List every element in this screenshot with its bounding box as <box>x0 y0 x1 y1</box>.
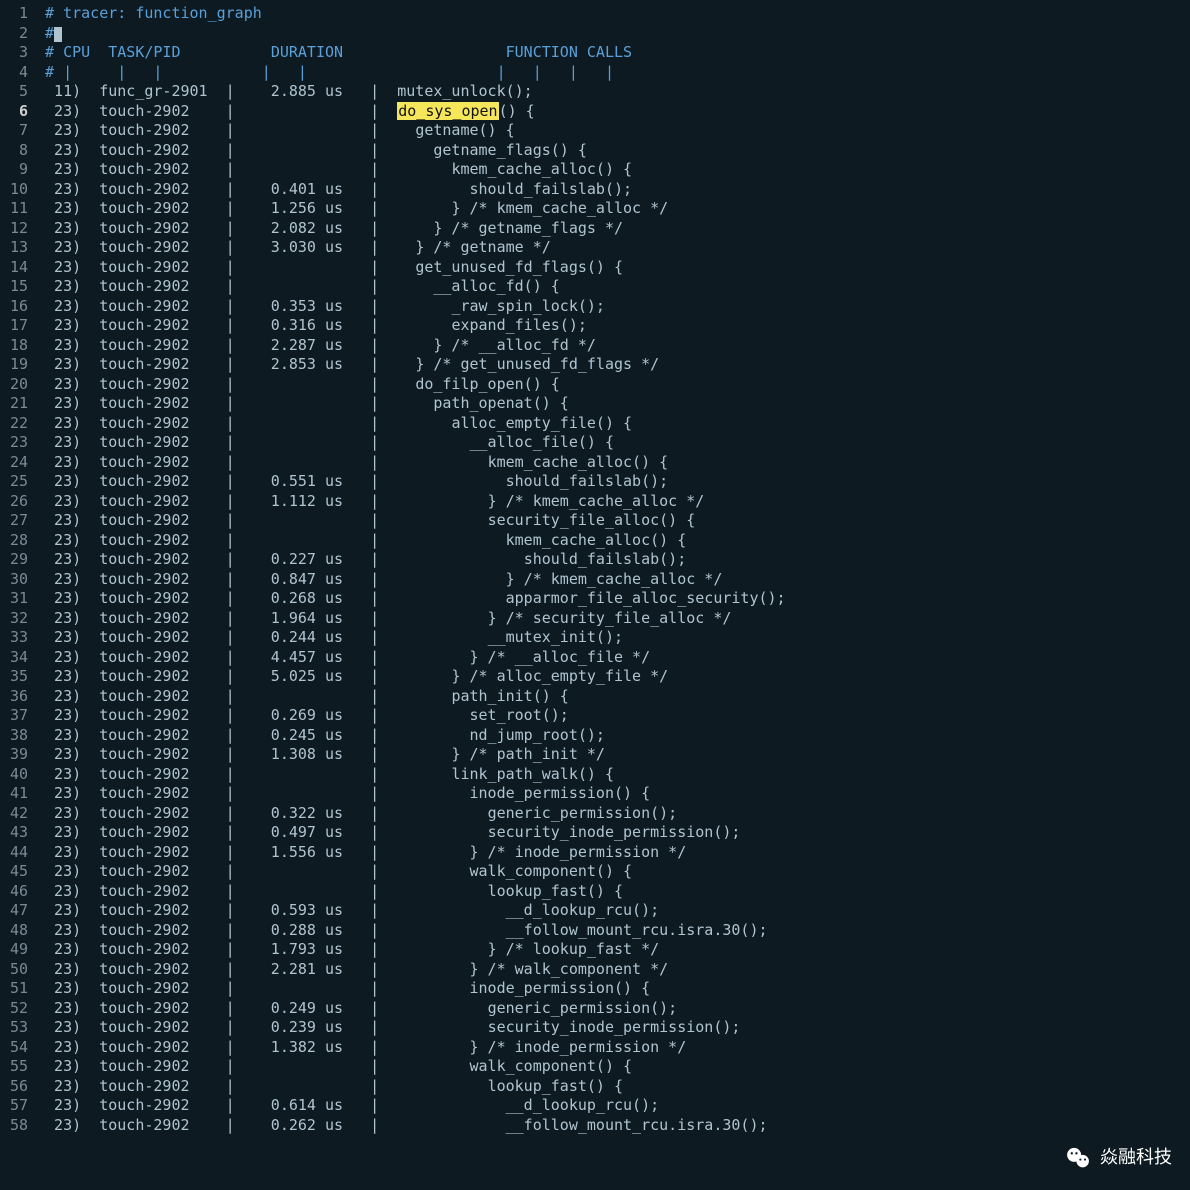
code-content: 1 # tracer: function_graph 2 # 3 # CPU T… <box>0 0 1190 1135</box>
text-cursor <box>54 27 62 42</box>
wechat-icon <box>1064 1144 1092 1172</box>
watermark-text: 焱融科技 <box>1100 1146 1172 1169</box>
code-editor[interactable]: 1 # tracer: function_graph 2 # 3 # CPU T… <box>0 0 1190 1190</box>
watermark: 焱融科技 <box>1064 1144 1172 1172</box>
